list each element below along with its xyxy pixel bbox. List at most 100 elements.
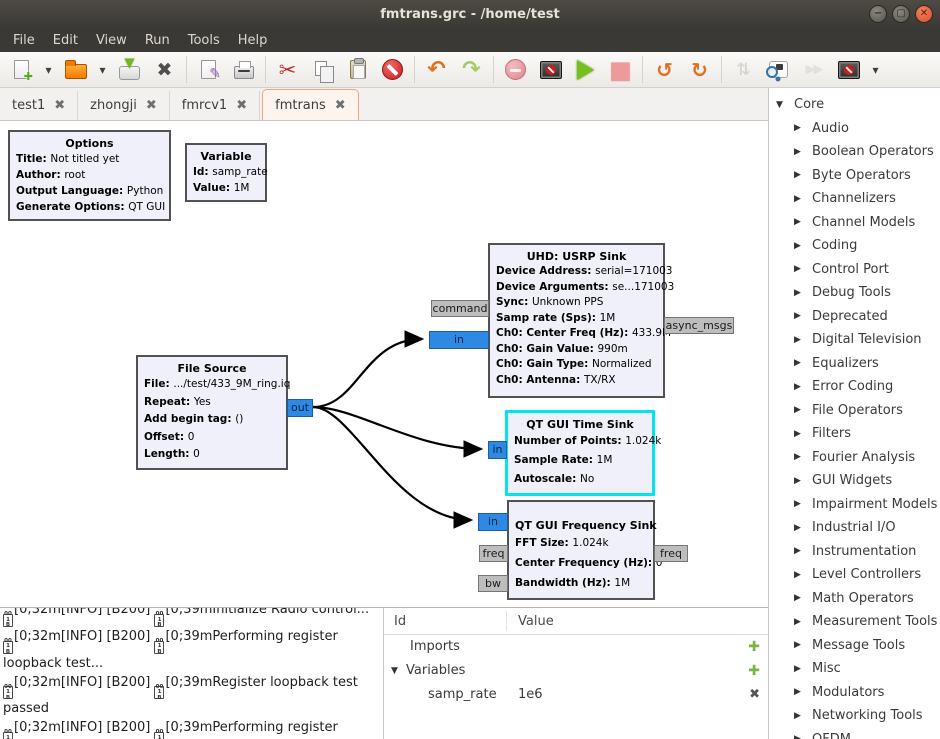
sidebar-item-level-controllers[interactable]: ▶Level Controllers bbox=[769, 563, 940, 587]
redo-button[interactable]: ↷ bbox=[454, 54, 489, 86]
remove-icon[interactable]: ✖ bbox=[749, 683, 760, 707]
tab-close-icon[interactable]: ✖ bbox=[335, 98, 346, 113]
menu-help[interactable]: Help bbox=[229, 31, 277, 50]
stop-flowgraph-button[interactable]: ■ bbox=[603, 54, 638, 86]
sidebar-item-impairment-models[interactable]: ▶Impairment Models bbox=[769, 493, 940, 517]
sidebar-item-measurement-tools[interactable]: ▶Measurement Tools bbox=[769, 610, 940, 634]
sidebar-item-coding[interactable]: ▶Coding bbox=[769, 234, 940, 258]
triangle-collapsed-icon[interactable]: ▶ bbox=[794, 499, 805, 509]
triangle-collapsed-icon[interactable]: ▶ bbox=[794, 452, 805, 462]
sidebar-item-fourier-analysis[interactable]: ▶Fourier Analysis bbox=[769, 446, 940, 470]
block-options[interactable]: OptionsTitle: Not titled yetAuthor: root… bbox=[8, 130, 171, 221]
close-flowgraph-button[interactable]: ✖ bbox=[147, 54, 182, 86]
add-icon[interactable]: ✚ bbox=[748, 659, 760, 683]
connection-1[interactable] bbox=[313, 407, 481, 449]
find-block-button[interactable] bbox=[761, 54, 796, 86]
sidebar-item-error-coding[interactable]: ▶Error Coding bbox=[769, 375, 940, 399]
menu-view[interactable]: View bbox=[87, 31, 136, 50]
triangle-collapsed-icon[interactable]: ▶ bbox=[794, 640, 805, 650]
add-icon[interactable]: ✚ bbox=[748, 635, 760, 659]
triangle-collapsed-icon[interactable]: ▶ bbox=[794, 288, 805, 298]
triangle-collapsed-icon[interactable]: ▶ bbox=[794, 358, 805, 368]
connection-2[interactable] bbox=[313, 407, 471, 520]
sidebar-item-channel-models[interactable]: ▶Channel Models bbox=[769, 211, 940, 235]
triangle-collapsed-icon[interactable]: ▶ bbox=[794, 711, 805, 721]
port-in-left[interactable]: in bbox=[429, 331, 489, 349]
connection-0[interactable] bbox=[313, 339, 422, 407]
sidebar-item-industrial-i-o[interactable]: ▶Industrial I/O bbox=[769, 516, 940, 540]
block-file-source[interactable]: File SourceFile: .../test/433_9M_ring.iq… bbox=[136, 355, 288, 470]
triangle-expanded-icon[interactable]: ▼ bbox=[776, 100, 787, 110]
save-flowgraph-button[interactable] bbox=[112, 54, 147, 86]
sidebar-item-channelizers[interactable]: ▶Channelizers bbox=[769, 187, 940, 211]
open-flowgraph-button[interactable] bbox=[58, 54, 93, 86]
sidebar-item-math-operators[interactable]: ▶Math Operators bbox=[769, 587, 940, 611]
new-flowgraph-button[interactable] bbox=[4, 54, 39, 86]
triangle-collapsed-icon[interactable]: ▶ bbox=[794, 546, 805, 556]
triangle-collapsed-icon[interactable]: ▶ bbox=[794, 147, 805, 157]
triangle-collapsed-icon[interactable]: ▶ bbox=[794, 476, 805, 486]
variable-row-imports[interactable]: Imports✚ bbox=[384, 635, 768, 659]
tab-close-icon[interactable]: ✖ bbox=[146, 98, 157, 113]
port-in-left[interactable]: in bbox=[488, 441, 507, 459]
triangle-expanded-icon[interactable]: ▼ bbox=[391, 659, 398, 683]
execute-flowgraph-button[interactable] bbox=[568, 54, 603, 86]
triangle-collapsed-icon[interactable]: ▶ bbox=[794, 664, 805, 674]
triangle-collapsed-icon[interactable]: ▶ bbox=[794, 217, 805, 227]
block-qt-gui-frequency-sink[interactable]: QT GUI Frequency SinkFFT Size: 1.024kCen… bbox=[507, 500, 655, 600]
sidebar-item-debug-tools[interactable]: ▶Debug Tools bbox=[769, 281, 940, 305]
sidebar-item-control-port[interactable]: ▶Control Port bbox=[769, 258, 940, 282]
undo-button[interactable]: ↶ bbox=[419, 54, 454, 86]
triangle-collapsed-icon[interactable]: ▶ bbox=[794, 311, 805, 321]
minimize-button[interactable]: − bbox=[869, 5, 887, 23]
triangle-collapsed-icon[interactable]: ▶ bbox=[794, 264, 805, 274]
show-console-button[interactable] bbox=[533, 54, 568, 86]
triangle-collapsed-icon[interactable]: ▶ bbox=[794, 241, 805, 251]
sidebar-item-gui-widgets[interactable]: ▶GUI Widgets bbox=[769, 469, 940, 493]
sidebar-item-modulators[interactable]: ▶Modulators bbox=[769, 681, 940, 705]
variable-value[interactable]: 1e6 bbox=[518, 683, 543, 707]
sidebar-item-ofdm[interactable]: ▶OFDM bbox=[769, 728, 940, 739]
sidebar-item-filters[interactable]: ▶Filters bbox=[769, 422, 940, 446]
triangle-collapsed-icon[interactable]: ▶ bbox=[794, 123, 805, 133]
triangle-collapsed-icon[interactable]: ▶ bbox=[794, 194, 805, 204]
port-command-left[interactable]: command bbox=[431, 300, 489, 317]
kill-flowgraph-button[interactable] bbox=[498, 54, 533, 86]
flowgraph-canvas[interactable]: OptionsTitle: Not titled yetAuthor: root… bbox=[0, 121, 768, 607]
tab-fmrcv1[interactable]: fmrcv1✖ bbox=[170, 91, 260, 120]
title-bar[interactable]: fmtrans.grc - /home/test − ▢ ✕ bbox=[0, 0, 940, 28]
print-button[interactable] bbox=[226, 54, 261, 86]
triangle-collapsed-icon[interactable]: ▶ bbox=[794, 593, 805, 603]
sidebar-item-deprecated[interactable]: ▶Deprecated bbox=[769, 305, 940, 329]
tab-fmtrans[interactable]: fmtrans✖ bbox=[262, 89, 359, 120]
port-bw-left[interactable]: bw bbox=[478, 575, 508, 592]
paste-button[interactable] bbox=[340, 54, 375, 86]
port-freq-left[interactable]: freq bbox=[479, 545, 508, 562]
menu-run[interactable]: Run bbox=[136, 31, 179, 50]
restart-button[interactable]: ↻ bbox=[682, 54, 717, 86]
sidebar-item-networking-tools[interactable]: ▶Networking Tools bbox=[769, 704, 940, 728]
triangle-collapsed-icon[interactable]: ▶ bbox=[794, 687, 805, 697]
port-freq-right[interactable]: freq bbox=[654, 545, 688, 562]
triangle-collapsed-icon[interactable]: ▶ bbox=[794, 617, 805, 627]
sidebar-item-instrumentation[interactable]: ▶Instrumentation bbox=[769, 540, 940, 564]
block-uhd-usrp-sink[interactable]: UHD: USRP SinkDevice Address: serial=171… bbox=[488, 243, 665, 398]
copy-button[interactable] bbox=[305, 54, 340, 86]
toolbar-overflow-dropdown[interactable]: ▾ bbox=[866, 54, 885, 86]
triangle-collapsed-icon[interactable]: ▶ bbox=[794, 405, 805, 415]
triangle-collapsed-icon[interactable]: ▶ bbox=[794, 429, 805, 439]
sidebar-item-core[interactable]: ▼Core bbox=[769, 93, 940, 117]
sidebar-item-misc[interactable]: ▶Misc bbox=[769, 657, 940, 681]
port-in-left[interactable]: in bbox=[478, 513, 508, 531]
tab-test1[interactable]: test1✖ bbox=[0, 91, 78, 120]
console-log[interactable]: 001B[0;32m[INFO] [B200] 001B[0;39mInitia… bbox=[0, 607, 384, 739]
port-out-right[interactable]: out bbox=[287, 399, 313, 417]
triangle-collapsed-icon[interactable]: ▶ bbox=[794, 335, 805, 345]
sidebar-item-equalizers[interactable]: ▶Equalizers bbox=[769, 352, 940, 376]
block-properties-button[interactable] bbox=[191, 54, 226, 86]
block-qt-gui-time-sink[interactable]: QT GUI Time SinkNumber of Points: 1.024k… bbox=[505, 410, 655, 496]
port-async_msgs-right[interactable]: async_msgs bbox=[664, 317, 734, 334]
menu-tools[interactable]: Tools bbox=[179, 31, 229, 50]
block-library-sidebar[interactable]: ▼Core▶Audio▶Boolean Operators▶Byte Opera… bbox=[768, 88, 940, 739]
tab-zhongji[interactable]: zhongji✖ bbox=[78, 91, 170, 120]
